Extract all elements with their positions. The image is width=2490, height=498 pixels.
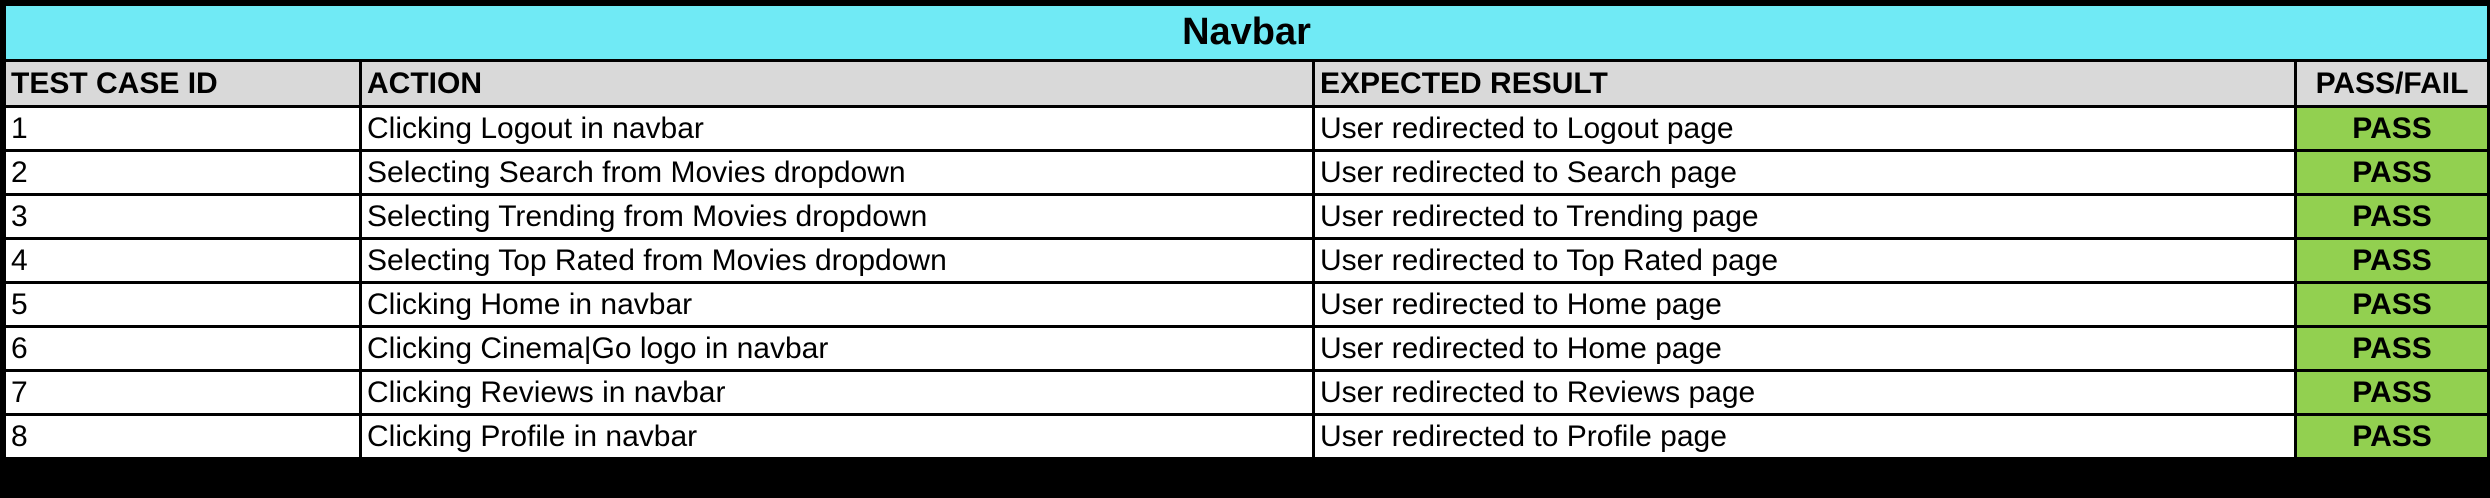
header-pass-fail[interactable]: PASS/FAIL [2293, 59, 2490, 108]
expected-result-cell[interactable]: User redirected to Search page [1312, 149, 2297, 196]
test-case-id-cell[interactable]: 4 [3, 237, 362, 284]
title-row: Navbar [2, 3, 2490, 62]
action-cell[interactable]: Selecting Trending from Movies dropdown [359, 193, 1315, 240]
status-cell[interactable]: PASS [2293, 413, 2490, 460]
test-case-id-cell[interactable]: 5 [3, 281, 362, 328]
test-case-id-cell[interactable]: 3 [3, 193, 362, 240]
expected-result-cell[interactable]: User redirected to Home page [1312, 281, 2297, 328]
action-cell[interactable]: Clicking Cinema|Go logo in navbar [359, 325, 1315, 372]
table-row: 1 Clicking Logout in navbar User redirec… [3, 105, 2490, 152]
status-cell[interactable]: PASS [2293, 237, 2490, 284]
table-row: 7 Clicking Reviews in navbar User redire… [3, 369, 2490, 416]
table-row: 4 Selecting Top Rated from Movies dropdo… [3, 237, 2490, 284]
test-case-id-cell[interactable]: 6 [3, 325, 362, 372]
header-row: TEST CASE ID ACTION EXPECTED RESULT PASS… [3, 59, 2490, 108]
action-cell[interactable]: Clicking Profile in navbar [359, 413, 1315, 460]
action-cell[interactable]: Selecting Top Rated from Movies dropdown [359, 237, 1315, 284]
action-cell[interactable]: Selecting Search from Movies dropdown [359, 149, 1315, 196]
header-action[interactable]: ACTION [359, 59, 1315, 108]
status-cell[interactable]: PASS [2293, 369, 2490, 416]
test-case-id-cell[interactable]: 7 [3, 369, 362, 416]
header-expected-result[interactable]: EXPECTED RESULT [1312, 59, 2297, 108]
status-cell[interactable]: PASS [2293, 325, 2490, 372]
action-cell[interactable]: Clicking Logout in navbar [359, 105, 1315, 152]
action-cell[interactable]: Clicking Home in navbar [359, 281, 1315, 328]
expected-result-cell[interactable]: User redirected to Profile page [1312, 413, 2297, 460]
test-case-table: Navbar TEST CASE ID ACTION EXPECTED RESU… [2, 3, 2490, 460]
table-row: 5 Clicking Home in navbar User redirecte… [3, 281, 2490, 328]
status-cell[interactable]: PASS [2293, 281, 2490, 328]
header-test-case-id[interactable]: TEST CASE ID [3, 59, 362, 108]
action-cell[interactable]: Clicking Reviews in navbar [359, 369, 1315, 416]
status-cell[interactable]: PASS [2293, 193, 2490, 240]
test-case-id-cell[interactable]: 1 [3, 105, 362, 152]
expected-result-cell[interactable]: User redirected to Top Rated page [1312, 237, 2297, 284]
table-row: 3 Selecting Trending from Movies dropdow… [3, 193, 2490, 240]
table-row: 2 Selecting Search from Movies dropdown … [3, 149, 2490, 196]
expected-result-cell[interactable]: User redirected to Home page [1312, 325, 2297, 372]
test-case-id-cell[interactable]: 8 [3, 413, 362, 460]
table-row: 8 Clicking Profile in navbar User redire… [3, 413, 2490, 460]
status-cell[interactable]: PASS [2293, 105, 2490, 152]
expected-result-cell[interactable]: User redirected to Reviews page [1312, 369, 2297, 416]
test-case-sheet: Navbar TEST CASE ID ACTION EXPECTED RESU… [0, 0, 2490, 460]
expected-result-cell[interactable]: User redirected to Trending page [1312, 193, 2297, 240]
sheet-title[interactable]: Navbar [2, 3, 2490, 62]
expected-result-cell[interactable]: User redirected to Logout page [1312, 105, 2297, 152]
table-row: 6 Clicking Cinema|Go logo in navbar User… [3, 325, 2490, 372]
status-cell[interactable]: PASS [2293, 149, 2490, 196]
test-case-id-cell[interactable]: 2 [3, 149, 362, 196]
